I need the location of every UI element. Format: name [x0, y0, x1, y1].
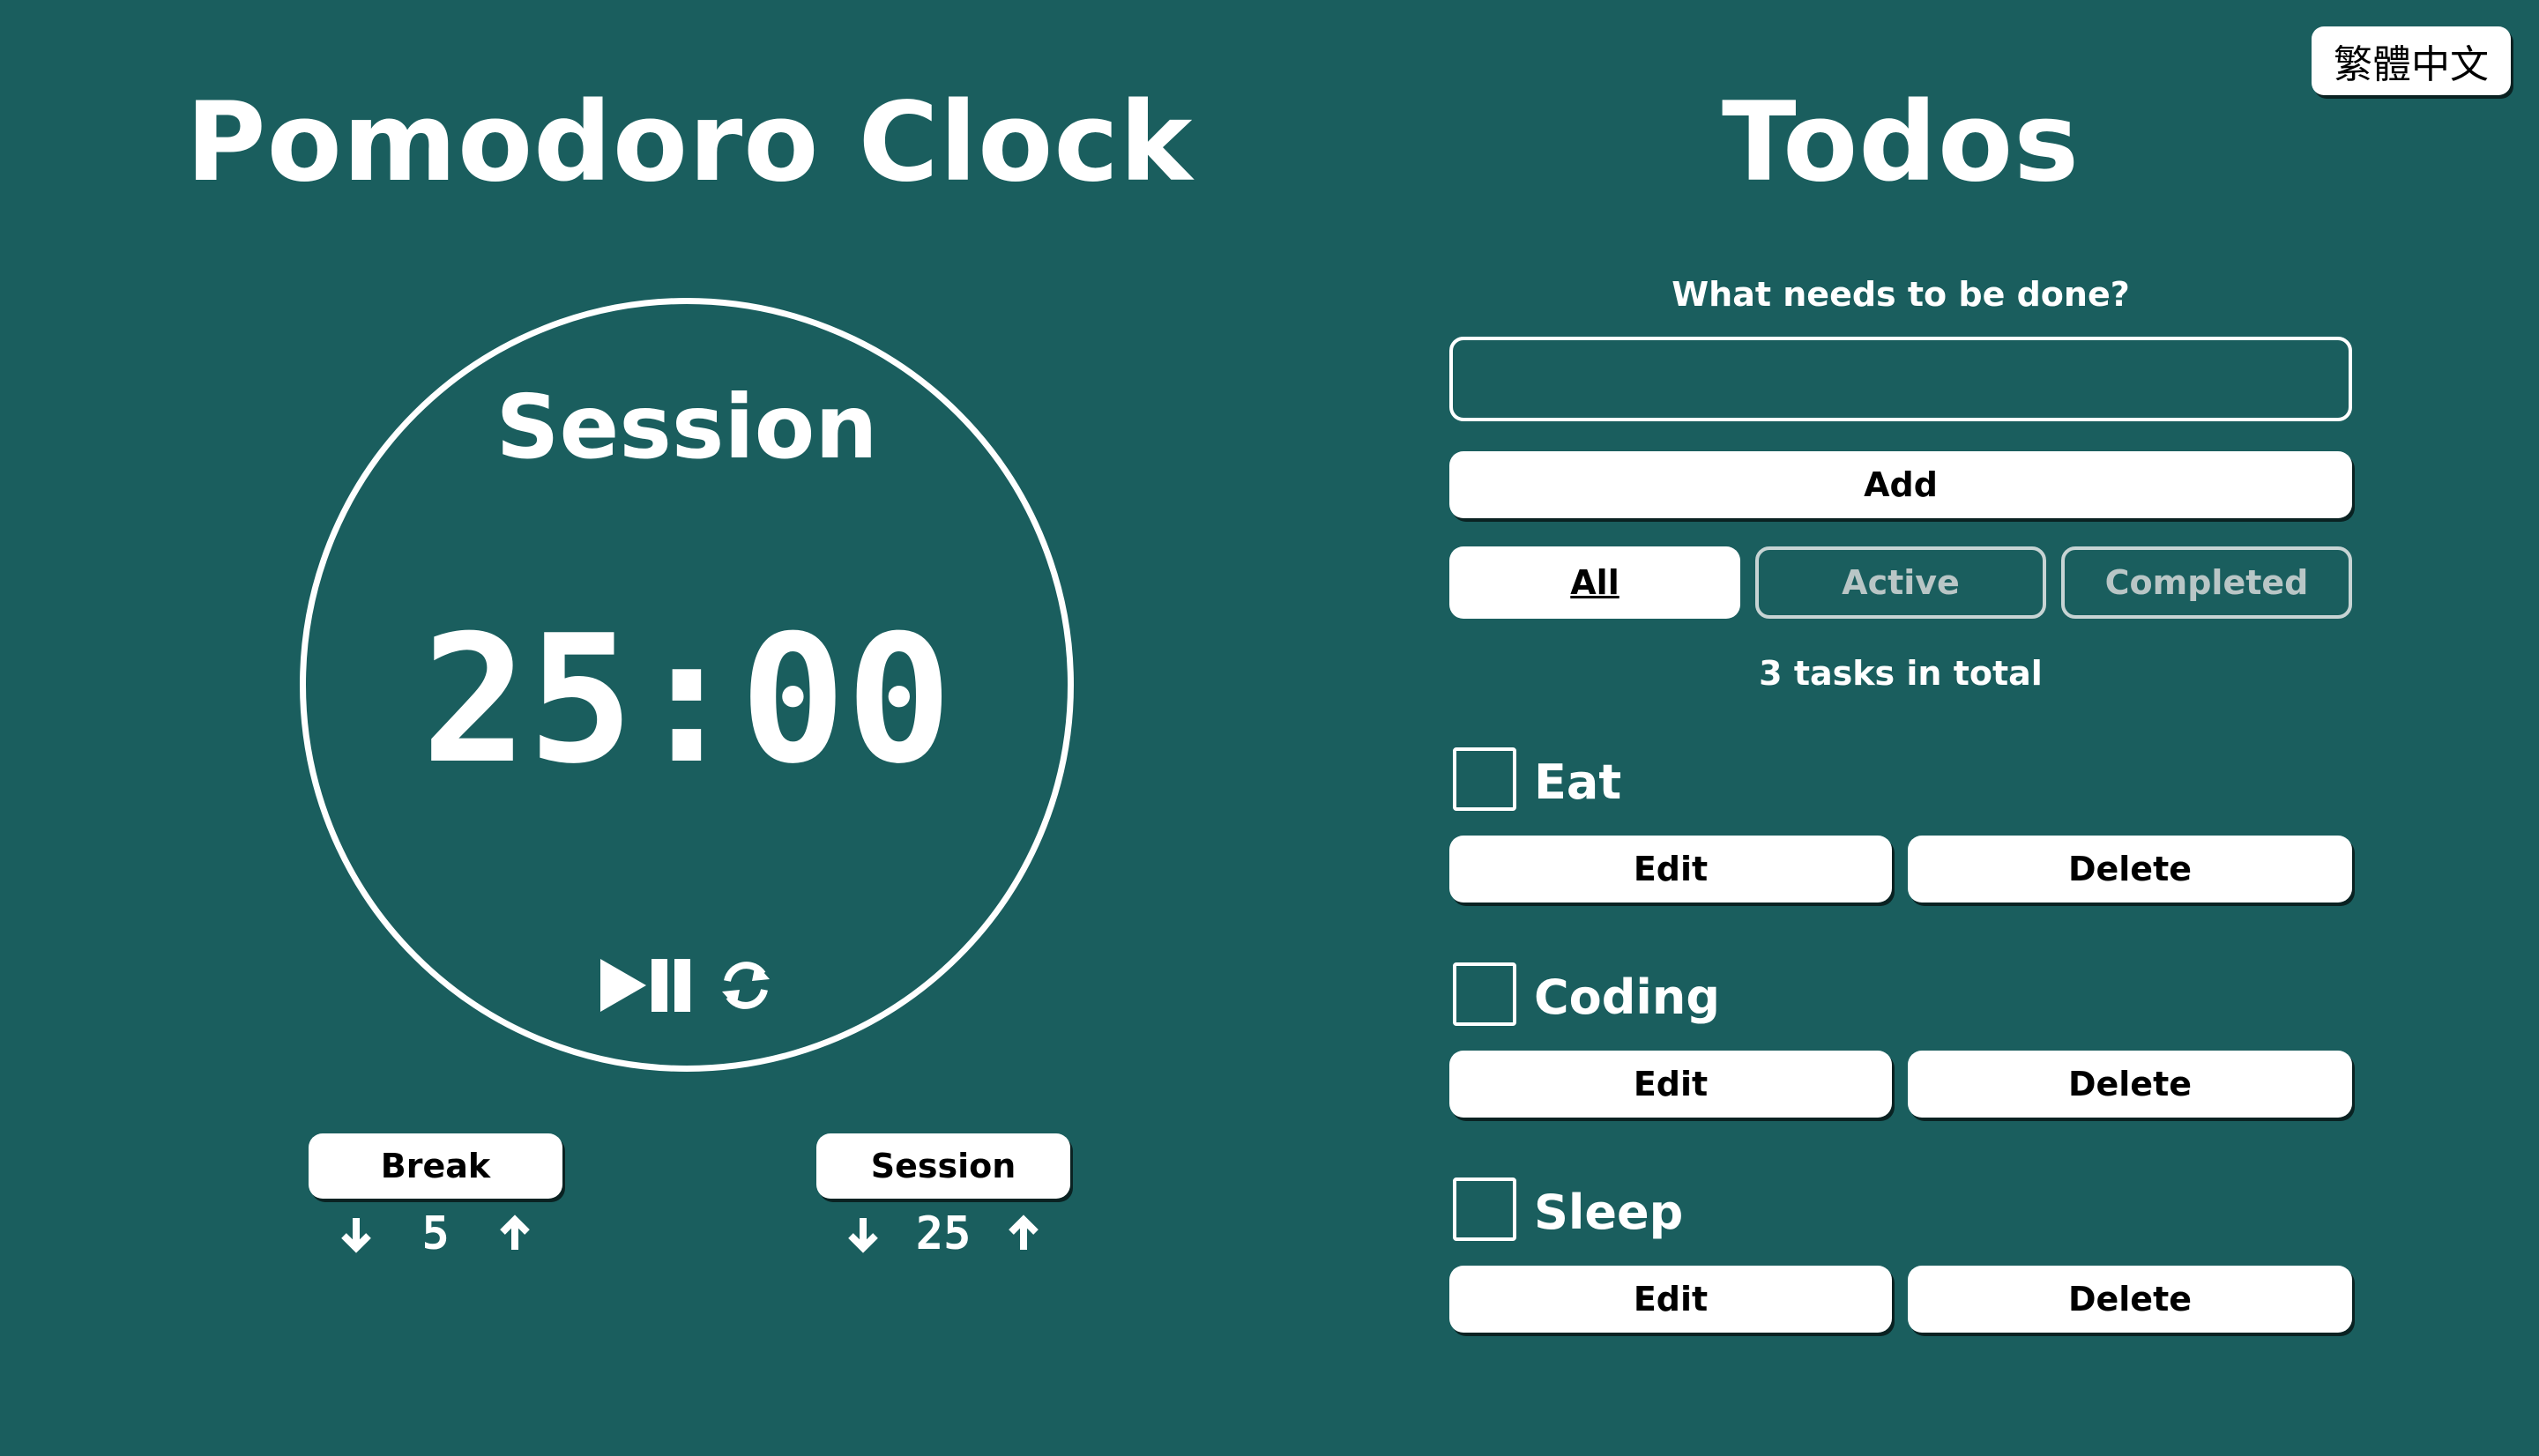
filter-all-button[interactable]: All	[1449, 546, 1740, 619]
session-button[interactable]: Session	[816, 1133, 1070, 1199]
todo-checkbox[interactable]	[1453, 1177, 1516, 1241]
filter-completed-button[interactable]: Completed	[2061, 546, 2352, 619]
break-length-value: 5	[421, 1207, 450, 1260]
todo-item: Coding Edit Delete	[1449, 962, 2352, 1139]
break-length-control: Break 5	[309, 1133, 562, 1260]
delete-button[interactable]: Delete	[1908, 1266, 2352, 1333]
clock-time-display: 25:00	[421, 598, 953, 803]
add-button[interactable]: Add	[1449, 451, 2352, 518]
todo-input-label: What needs to be done?	[1672, 275, 2130, 314]
break-increment-icon[interactable]	[495, 1215, 534, 1253]
todo-item: Sleep Edit Delete	[1449, 1177, 2352, 1354]
filter-active-button[interactable]: Active	[1755, 546, 2046, 619]
session-length-control: Session 25	[816, 1133, 1070, 1260]
reset-icon[interactable]	[719, 958, 773, 1013]
todos-title: Todos	[1721, 79, 2081, 206]
todo-checkbox[interactable]	[1453, 747, 1516, 811]
clock-face: Session 25:00	[300, 298, 1074, 1072]
session-decrement-icon[interactable]	[844, 1215, 882, 1253]
session-length-value: 25	[915, 1207, 972, 1260]
todo-checkbox[interactable]	[1453, 962, 1516, 1026]
task-count: 3 tasks in total	[1759, 654, 2043, 693]
todo-label: Eat	[1534, 754, 1622, 810]
play-pause-icon[interactable]	[600, 959, 699, 1012]
delete-button[interactable]: Delete	[1908, 836, 2352, 903]
clock-controls	[306, 958, 1068, 1013]
delete-button[interactable]: Delete	[1908, 1051, 2352, 1118]
break-button[interactable]: Break	[309, 1133, 562, 1199]
clock-mode-label: Session	[495, 375, 878, 479]
edit-button[interactable]: Edit	[1449, 836, 1892, 903]
edit-button[interactable]: Edit	[1449, 1051, 1892, 1118]
todo-label: Sleep	[1534, 1185, 1684, 1240]
todo-input[interactable]	[1449, 337, 2352, 421]
language-toggle-button[interactable]: 繁體中文	[2312, 26, 2511, 95]
edit-button[interactable]: Edit	[1449, 1266, 1892, 1333]
todo-label: Coding	[1534, 969, 1720, 1025]
pomodoro-title: Pomodoro Clock	[185, 79, 1194, 206]
session-increment-icon[interactable]	[1004, 1215, 1043, 1253]
break-decrement-icon[interactable]	[337, 1215, 376, 1253]
todo-item: Eat Edit Delete	[1449, 747, 2352, 924]
